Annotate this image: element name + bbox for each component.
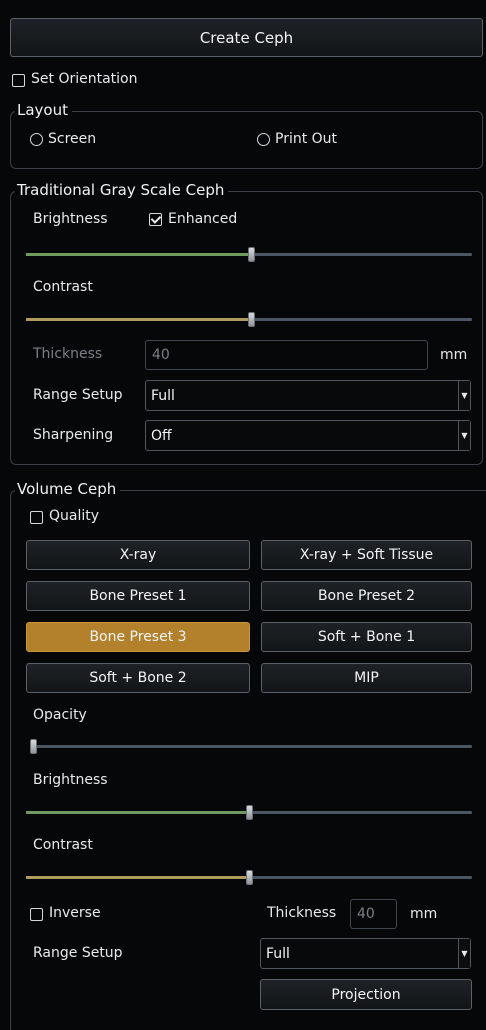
volume-range-setup-label: Range Setup bbox=[33, 945, 123, 961]
volume-thickness-unit: mm bbox=[410, 906, 438, 922]
brightness-slider-fill bbox=[26, 253, 251, 256]
range-setup-value: Full bbox=[151, 387, 175, 404]
screen-radio[interactable] bbox=[30, 133, 43, 146]
range-setup-select[interactable]: Full ▼ bbox=[145, 380, 471, 411]
quality-checkbox[interactable] bbox=[30, 511, 43, 524]
volume-thickness-input[interactable]: 40 bbox=[350, 899, 397, 929]
contrast-slider-fill bbox=[26, 318, 251, 321]
quality-label: Quality bbox=[49, 508, 100, 524]
opacity-slider[interactable] bbox=[30, 739, 472, 754]
inverse-label: Inverse bbox=[49, 905, 101, 921]
volume-contrast-label: Contrast bbox=[33, 837, 93, 853]
volume-contrast-slider-thumb[interactable] bbox=[246, 870, 253, 885]
brightness-slider-thumb[interactable] bbox=[248, 247, 255, 262]
set-orientation-checkbox[interactable] bbox=[12, 74, 25, 87]
screen-radio-label: Screen bbox=[48, 131, 97, 147]
chevron-down-icon: ▼ bbox=[458, 939, 470, 968]
sharpening-value: Off bbox=[151, 427, 172, 444]
thickness-unit: mm bbox=[440, 347, 468, 363]
preset-mip-button[interactable]: MIP bbox=[261, 663, 472, 693]
print-out-radio[interactable] bbox=[257, 133, 270, 146]
enhanced-checkbox[interactable] bbox=[149, 213, 162, 226]
preset-soft-bone-2-button[interactable]: Soft + Bone 2 bbox=[26, 663, 250, 693]
opacity-label: Opacity bbox=[33, 707, 87, 723]
sharpening-label: Sharpening bbox=[33, 427, 114, 443]
create-ceph-button[interactable]: Create Ceph bbox=[10, 18, 483, 57]
volume-brightness-slider-thumb[interactable] bbox=[246, 805, 253, 820]
opacity-slider-thumb[interactable] bbox=[30, 739, 37, 754]
preset-bone-1-button[interactable]: Bone Preset 1 bbox=[26, 581, 250, 611]
volume-thickness-input-value: 40 bbox=[357, 906, 375, 922]
projection-button[interactable]: Projection bbox=[260, 979, 472, 1010]
brightness-label: Brightness bbox=[33, 211, 108, 227]
preset-bone-3-button[interactable]: Bone Preset 3 bbox=[26, 622, 250, 652]
traditional-ceph-title: Traditional Gray Scale Ceph bbox=[15, 181, 229, 199]
volume-thickness-label: Thickness bbox=[267, 905, 337, 921]
sharpening-select[interactable]: Off ▼ bbox=[145, 420, 471, 451]
volume-contrast-slider[interactable] bbox=[26, 870, 472, 885]
volume-range-setup-value: Full bbox=[266, 945, 290, 962]
volume-range-setup-select[interactable]: Full ▼ bbox=[260, 938, 471, 969]
thickness-label: Thickness bbox=[33, 346, 103, 362]
thickness-input[interactable]: 40 bbox=[145, 340, 428, 370]
contrast-label: Contrast bbox=[33, 279, 93, 295]
contrast-slider-thumb[interactable] bbox=[248, 312, 255, 327]
enhanced-label: Enhanced bbox=[168, 211, 238, 227]
volume-brightness-slider-fill bbox=[26, 811, 249, 814]
chevron-down-icon: ▼ bbox=[458, 421, 470, 450]
print-out-radio-label: Print Out bbox=[275, 131, 338, 147]
volume-ceph-title: Volume Ceph bbox=[15, 480, 121, 498]
volume-brightness-slider[interactable] bbox=[26, 805, 472, 820]
chevron-down-icon: ▼ bbox=[458, 381, 470, 410]
preset-bone-2-button[interactable]: Bone Preset 2 bbox=[261, 581, 472, 611]
volume-contrast-slider-fill bbox=[26, 876, 249, 879]
set-orientation-label: Set Orientation bbox=[31, 71, 138, 87]
preset-soft-bone-1-button[interactable]: Soft + Bone 1 bbox=[261, 622, 472, 652]
contrast-slider[interactable] bbox=[26, 312, 472, 327]
preset-xray-soft-tissue-button[interactable]: X-ray + Soft Tissue bbox=[261, 540, 472, 570]
brightness-slider[interactable] bbox=[26, 247, 472, 262]
volume-brightness-label: Brightness bbox=[33, 772, 108, 788]
layout-title: Layout bbox=[15, 101, 72, 119]
inverse-checkbox[interactable] bbox=[30, 908, 43, 921]
thickness-input-value: 40 bbox=[152, 347, 170, 363]
range-setup-label: Range Setup bbox=[33, 387, 123, 403]
preset-xray-button[interactable]: X-ray bbox=[26, 540, 250, 570]
